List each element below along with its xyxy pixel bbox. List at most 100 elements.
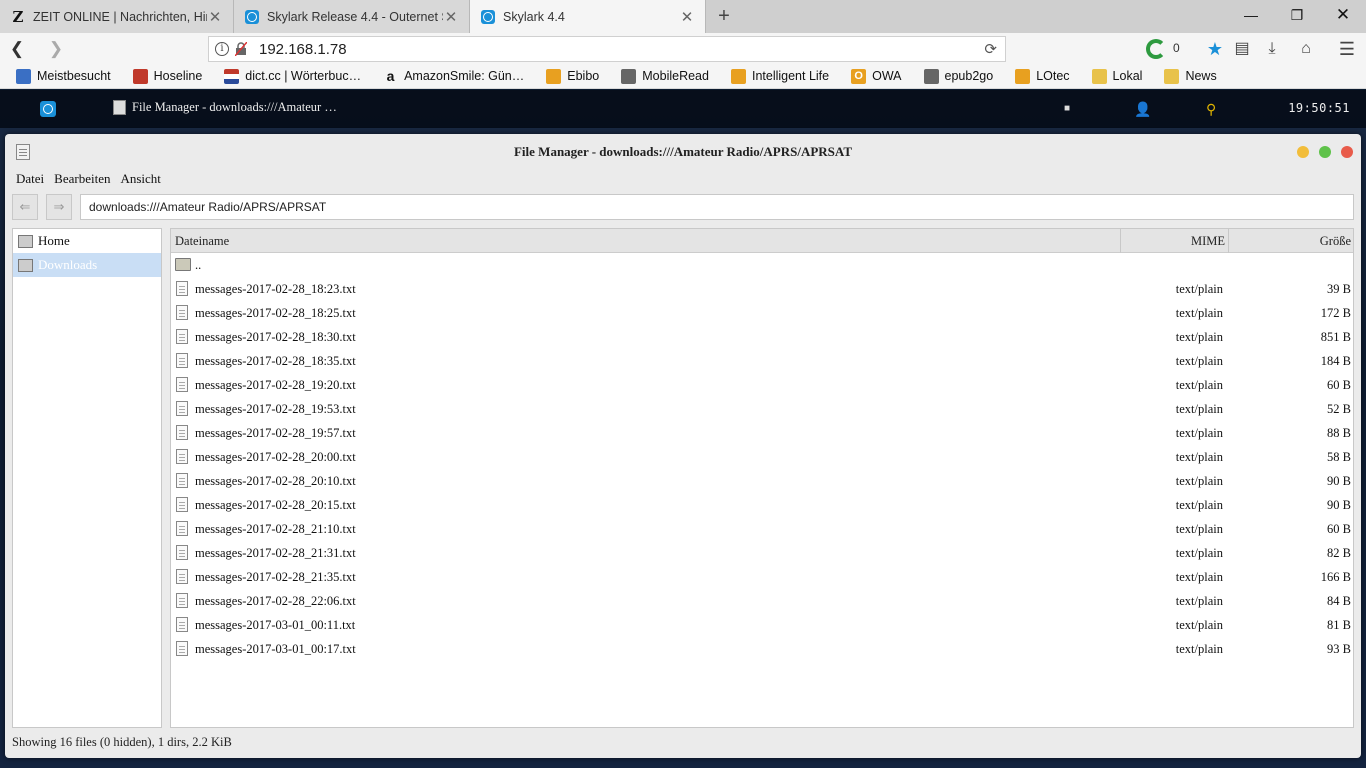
bookmark-owa[interactable]: O OWA: [851, 68, 902, 84]
file-row[interactable]: messages-2017-02-28_21:35.txt text/plain 1…: [171, 565, 1353, 589]
folder-icon: [1091, 68, 1107, 84]
history-forward-button[interactable]: ⇒: [46, 194, 72, 220]
text-file-icon: [176, 305, 188, 320]
forward-button[interactable]: ❯: [44, 37, 68, 61]
file-row[interactable]: messages-2017-02-28_20:00.txt text/plain 5…: [171, 445, 1353, 469]
bookmark-folder-news[interactable]: News: [1164, 68, 1217, 84]
sidebar-item-home[interactable]: Home: [13, 229, 161, 253]
close-tab-icon[interactable]: ✕: [207, 8, 223, 26]
file-row[interactable]: messages-2017-02-28_19:57.txt text/plain 8…: [171, 421, 1353, 445]
parent-dir-row[interactable]: ..: [171, 253, 1353, 277]
taskbar-item-file-manager[interactable]: File Manager - downloads:///Amateur …: [113, 100, 337, 115]
new-tab-button[interactable]: +: [712, 4, 736, 28]
path-input[interactable]: downloads:///Amateur Radio/APRS/APRSAT: [80, 194, 1354, 220]
bookmark-label: dict.cc | Wörterbuc…: [245, 69, 362, 83]
file-name: messages-2017-02-28_21:35.txt: [195, 570, 356, 584]
bookmark-folder-lokal[interactable]: Lokal: [1091, 68, 1142, 84]
minimize-dot-button[interactable]: [1297, 146, 1309, 158]
column-header-mime[interactable]: MIME: [1191, 229, 1225, 253]
bookmark-label: Hoseline: [153, 69, 203, 83]
file-row[interactable]: messages-2017-02-28_22:06.txt text/plain 8…: [171, 589, 1353, 613]
download-icon[interactable]: ⤓: [1261, 38, 1283, 60]
grammarly-extension-icon[interactable]: [1146, 39, 1166, 59]
browser-tab-skylark[interactable]: Skylark 4.4 ✕: [470, 0, 706, 33]
close-tab-icon[interactable]: ✕: [443, 8, 459, 26]
browser-tab-skylark-release[interactable]: Skylark Release 4.4 - Outernet S… ✕: [234, 0, 470, 33]
close-window-button[interactable]: ✕: [1320, 0, 1366, 30]
file-row[interactable]: messages-2017-02-28_18:25.txt text/plain 1…: [171, 301, 1353, 325]
file-row[interactable]: messages-2017-02-28_18:30.txt text/plain 8…: [171, 325, 1353, 349]
search-icon[interactable]: ⚲: [1206, 101, 1216, 118]
bookmark-intelligent-life[interactable]: Intelligent Life: [730, 68, 829, 84]
menu-icon[interactable]: ☰: [1336, 38, 1358, 60]
globe-icon: [923, 68, 939, 84]
folder-icon: [1164, 68, 1180, 84]
history-back-button[interactable]: ⇐: [12, 194, 38, 220]
home-icon[interactable]: ⌂: [1295, 38, 1317, 60]
file-row[interactable]: messages-2017-02-28_20:10.txt text/plain 9…: [171, 469, 1353, 493]
window-titlebar[interactable]: File Manager - downloads:///Amateur Radi…: [5, 134, 1361, 170]
back-button[interactable]: ❮: [5, 37, 29, 61]
library-icon[interactable]: ▤: [1231, 38, 1253, 60]
maximize-dot-button[interactable]: [1319, 146, 1331, 158]
close-dot-button[interactable]: [1341, 146, 1353, 158]
bookmark-lotec[interactable]: LOtec: [1015, 68, 1070, 84]
file-mime: text/plain: [1175, 402, 1223, 416]
text-file-icon: [176, 353, 188, 368]
skylark-logo-icon[interactable]: [40, 101, 56, 117]
file-row[interactable]: messages-2017-02-28_20:15.txt text/plain 9…: [171, 493, 1353, 517]
file-mime: text/plain: [1175, 306, 1223, 320]
file-row[interactable]: messages-2017-03-01_00:11.txt text/plain 8…: [171, 613, 1353, 637]
info-icon[interactable]: i: [215, 42, 229, 56]
menu-datei[interactable]: Datei: [16, 171, 44, 187]
file-name: messages-2017-02-28_21:10.txt: [195, 522, 356, 536]
skylark-desktop: File Manager - downloads:///Amateur … ■ …: [0, 90, 1366, 768]
menu-bearbeiten[interactable]: Bearbeiten: [54, 171, 110, 187]
sidebar-item-downloads[interactable]: Downloads: [13, 253, 161, 277]
file-name: messages-2017-02-28_19:53.txt: [195, 402, 356, 416]
sidebar-item-label: Home: [38, 233, 70, 248]
text-file-icon: [176, 425, 188, 440]
parent-dir-label: ..: [195, 258, 202, 272]
bookmark-dictcc[interactable]: dict.cc | Wörterbuc…: [224, 68, 362, 84]
file-row[interactable]: messages-2017-02-28_19:53.txt text/plain 5…: [171, 397, 1353, 421]
text-file-icon: [176, 497, 188, 512]
user-icon[interactable]: 👤: [1134, 101, 1151, 118]
restore-window-button[interactable]: ❐: [1274, 0, 1320, 30]
file-row[interactable]: messages-2017-02-28_19:20.txt text/plain 6…: [171, 373, 1353, 397]
file-mime: text/plain: [1175, 642, 1223, 656]
file-list: Dateiname MIME Größe .. messages-2017-02…: [170, 228, 1354, 728]
file-row[interactable]: messages-2017-02-28_18:35.txt text/plain 1…: [171, 349, 1353, 373]
close-tab-icon[interactable]: ✕: [679, 8, 695, 26]
bookmark-meistbesucht[interactable]: Meistbesucht: [16, 68, 111, 84]
file-mime: text/plain: [1175, 426, 1223, 440]
taskbar-item-label: File Manager - downloads:///Amateur …: [132, 100, 337, 114]
text-file-icon: [176, 617, 188, 632]
bookmark-epub2go[interactable]: epub2go: [923, 68, 993, 84]
bookmark-amazonsmile[interactable]: a AmazonSmile: Gün…: [383, 68, 525, 84]
skylark-taskbar: File Manager - downloads:///Amateur … ■ …: [0, 90, 1366, 128]
tab-title: Skylark 4.4: [503, 9, 565, 24]
bookmark-star-icon[interactable]: ★: [1204, 38, 1226, 60]
file-size: 93 B: [1327, 642, 1351, 656]
minimize-window-button[interactable]: —: [1228, 0, 1274, 30]
file-mime: text/plain: [1175, 546, 1223, 560]
file-name: messages-2017-02-28_19:57.txt: [195, 426, 356, 440]
status-tray-icon[interactable]: ■: [1064, 103, 1070, 114]
bookmark-ebibo[interactable]: Ebibo: [546, 68, 599, 84]
browser-tab-zeit[interactable]: Z ZEIT ONLINE | Nachrichten, Hin… ✕: [0, 0, 234, 33]
file-row[interactable]: messages-2017-02-28_21:10.txt text/plain 6…: [171, 517, 1353, 541]
bookmark-mobileread[interactable]: MobileRead: [621, 68, 709, 84]
insecure-lock-icon[interactable]: [235, 42, 247, 56]
file-row[interactable]: messages-2017-03-01_00:17.txt text/plain 9…: [171, 637, 1353, 661]
amazon-icon: a: [386, 68, 395, 84]
column-header-size[interactable]: Größe: [1271, 229, 1351, 253]
menu-ansicht[interactable]: Ansicht: [120, 171, 160, 187]
file-size: 90 B: [1327, 474, 1351, 488]
file-row[interactable]: messages-2017-02-28_18:23.txt text/plain 3…: [171, 277, 1353, 301]
address-bar[interactable]: i 192.168.1.78 ⟳: [208, 36, 1006, 62]
bookmark-hoseline[interactable]: Hoseline: [132, 68, 203, 84]
column-header-name[interactable]: Dateiname: [175, 229, 229, 253]
reload-icon[interactable]: ⟳: [984, 40, 997, 58]
file-row[interactable]: messages-2017-02-28_21:31.txt text/plain 8…: [171, 541, 1353, 565]
